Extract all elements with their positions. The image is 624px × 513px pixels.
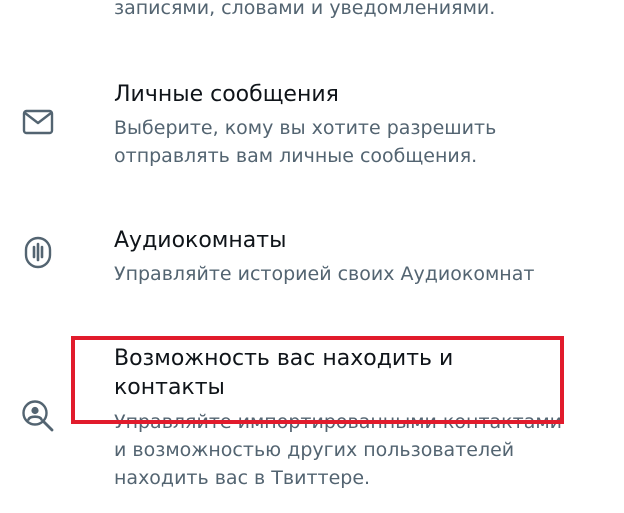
- settings-item-title-line-1: Возможность вас находить и: [114, 346, 454, 371]
- settings-item-title-line-2: контакты: [114, 375, 225, 400]
- envelope-icon: [18, 102, 58, 142]
- settings-item-discoverability-contacts[interactable]: Возможность вас находить и контакты Упра…: [0, 340, 624, 500]
- settings-item-title: Аудиокомнаты: [114, 228, 287, 253]
- settings-item-description-line-1: Управляйте историей своих Аудиокомнат: [114, 263, 535, 285]
- previous-item-description: записями, словами и уведомлениями.: [114, 0, 496, 19]
- privacy-settings-list: записями, словами и уведомлениями. Личны…: [0, 0, 624, 513]
- audio-spaces-icon: [18, 232, 58, 272]
- settings-item-title: Личные сообщения: [114, 82, 339, 107]
- settings-item-description-line-2: отправлять вам личные сообщения.: [114, 145, 478, 167]
- settings-item-description-line-1: Управляйте импортированными контактами: [114, 411, 563, 433]
- settings-item-description-line-1: Выберите, кому вы хотите разрешить: [114, 117, 497, 139]
- discoverability-search-icon: [18, 396, 58, 436]
- settings-item-description-line-3: находить вас в Твиттере.: [114, 467, 371, 489]
- settings-item-direct-messages[interactable]: Личные сообщения Выберите, кому вы хотит…: [0, 70, 624, 190]
- settings-item-audio-spaces[interactable]: Аудиокомнаты Управляйте историей своих А…: [0, 220, 624, 310]
- settings-item-description-line-2: и возможностью других пользователей: [114, 439, 515, 461]
